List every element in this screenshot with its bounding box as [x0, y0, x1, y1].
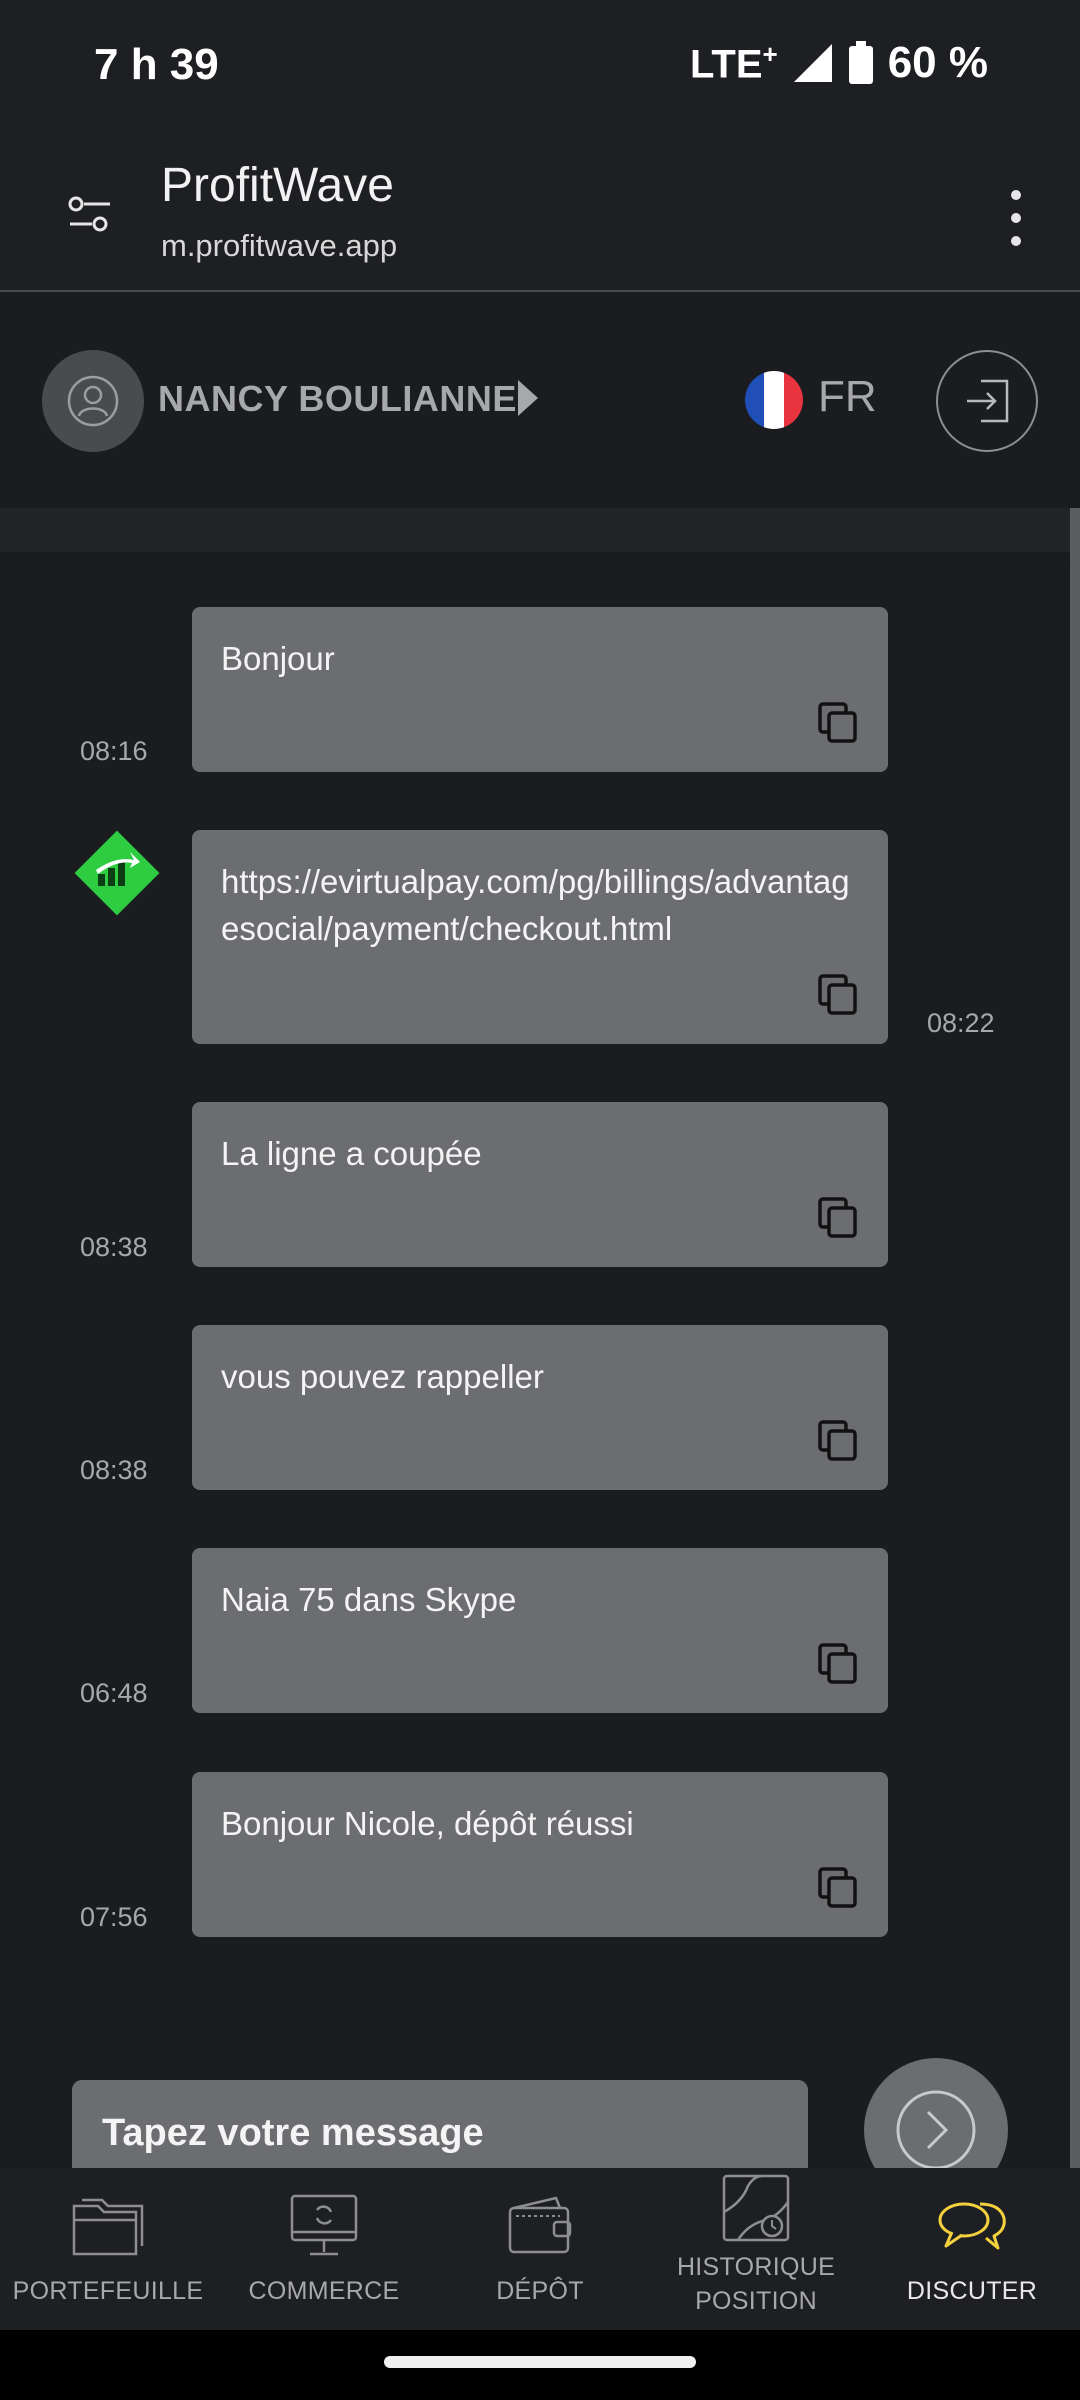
nav-label: DISCUTER: [906, 2277, 1038, 2305]
message-input-placeholder: Tapez votre message: [102, 2112, 484, 2154]
message-text[interactable]: Bonjour: [221, 635, 864, 682]
site-settings-icon[interactable]: [66, 190, 114, 238]
bottom-navigation: PORTEFEUILLE COMMERCE DÉPÔT HISTORIQUE P…: [0, 2168, 1080, 2330]
message-time: 08:22: [927, 1008, 995, 1038]
network-type: LTE+: [689, 38, 778, 87]
status-time: 7 h 39: [94, 40, 219, 89]
map-history-icon: [722, 2174, 790, 2242]
system-navigation: [0, 2330, 1080, 2400]
message-input[interactable]: Tapez votre message: [72, 2080, 808, 2180]
status-indicators: LTE+ 60 %: [690, 38, 988, 88]
message-text[interactable]: vous pouvez rappeller: [221, 1353, 864, 1400]
chat-message: Bonjour: [192, 607, 888, 772]
message-text[interactable]: Naia 75 dans Skype: [221, 1576, 864, 1623]
logout-icon: [967, 379, 1009, 423]
scrollbar[interactable]: [1070, 508, 1080, 2168]
message-text[interactable]: Bonjour Nicole, dépôt réussi: [221, 1800, 864, 1847]
copy-icon[interactable]: [814, 1639, 862, 1687]
status-bar: 7 h 39 LTE+ 60 %: [0, 0, 1080, 132]
monitor-icon: [290, 2194, 358, 2256]
chat-message: https://evirtualpay.com/pg/billings/adva…: [192, 830, 888, 1044]
chat-message: Naia 75 dans Skype: [192, 1548, 888, 1713]
nav-label: COMMERCE: [248, 2277, 400, 2305]
message-time: 08:16: [80, 736, 148, 766]
nav-depot[interactable]: DÉPÔT: [432, 2168, 648, 2330]
chat-message: La ligne a coupée: [192, 1102, 888, 1267]
nav-commerce[interactable]: COMMERCE: [216, 2168, 432, 2330]
logout-button[interactable]: [936, 350, 1038, 452]
language-code[interactable]: FR: [818, 372, 877, 422]
message-time: 06:48: [80, 1678, 148, 1708]
section-divider: [0, 508, 1070, 552]
copy-icon[interactable]: [814, 1193, 862, 1241]
france-flag-icon[interactable]: [744, 370, 804, 430]
home-gesture-bar[interactable]: [384, 2356, 696, 2368]
copy-icon[interactable]: [814, 698, 862, 746]
avatar[interactable]: [42, 350, 144, 452]
chat-bubbles-icon: [938, 2202, 1006, 2250]
user-icon: [67, 375, 119, 427]
message-time: 07:56: [80, 1902, 148, 1932]
copy-icon[interactable]: [814, 1863, 862, 1911]
caret-right-icon[interactable]: [518, 380, 538, 416]
user-name[interactable]: NANCY BOULIANNE: [158, 378, 517, 420]
nav-label: HISTORIQUE POSITION: [676, 2253, 836, 2315]
battery-icon: [848, 41, 873, 84]
site-url[interactable]: m.profitwave.app: [161, 228, 397, 264]
user-header: NANCY BOULIANNE FR: [0, 292, 1080, 508]
copy-icon[interactable]: [814, 1416, 862, 1464]
chevron-right-icon: [896, 2090, 976, 2170]
message-text[interactable]: La ligne a coupée: [221, 1130, 864, 1177]
wallet-icon: [508, 2196, 572, 2254]
nav-portefeuille[interactable]: PORTEFEUILLE: [0, 2168, 216, 2330]
copy-icon[interactable]: [814, 970, 862, 1018]
browser-toolbar: ProfitWave m.profitwave.app: [0, 132, 1080, 292]
chat-message: vous pouvez rappeller: [192, 1325, 888, 1490]
signal-icon: [793, 44, 832, 82]
folder-icon: [72, 2198, 144, 2256]
profitwave-logo-icon: [74, 830, 160, 916]
message-time: 08:38: [80, 1232, 148, 1262]
more-options-icon[interactable]: [1002, 190, 1030, 246]
nav-discuter[interactable]: DISCUTER: [864, 2168, 1080, 2330]
nav-historique-position[interactable]: HISTORIQUE POSITION: [648, 2168, 864, 2330]
battery-level: 60 %: [887, 38, 988, 87]
message-time: 08:38: [80, 1455, 148, 1485]
nav-label: DÉPÔT: [496, 2277, 584, 2305]
nav-label: PORTEFEUILLE: [12, 2277, 204, 2305]
message-text[interactable]: https://evirtualpay.com/pg/billings/adva…: [221, 858, 864, 952]
chat-message: Bonjour Nicole, dépôt réussi: [192, 1772, 888, 1937]
site-title: ProfitWave: [161, 159, 394, 212]
